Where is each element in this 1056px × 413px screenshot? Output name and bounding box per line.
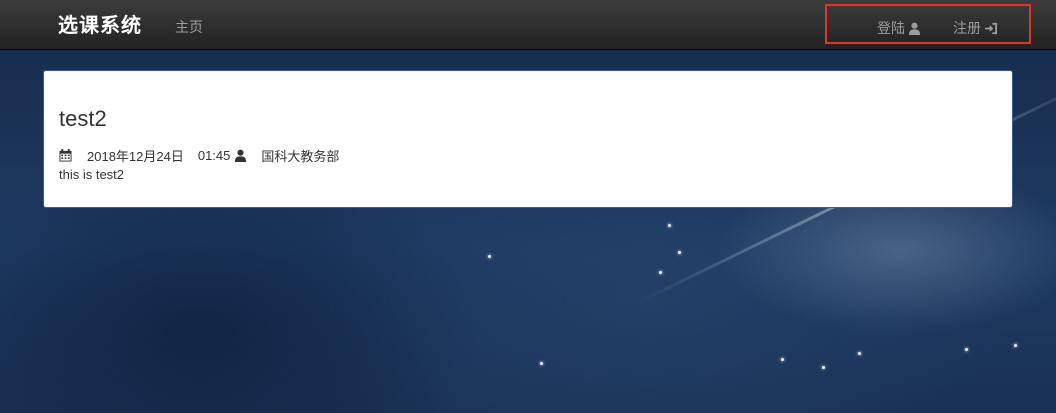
background-star <box>668 224 671 227</box>
brand-title[interactable]: 选课系统 <box>58 9 142 38</box>
background-star <box>858 352 861 355</box>
log-in-icon <box>984 22 999 35</box>
nav-home-link[interactable]: 主页 <box>175 17 203 37</box>
background-star <box>540 362 543 365</box>
background-star <box>488 255 491 258</box>
user-icon <box>908 22 921 35</box>
login-label: 登陆 <box>877 20 905 36</box>
post-time: 01:45 <box>197 148 231 163</box>
background-star <box>678 251 681 254</box>
user-icon <box>234 149 247 162</box>
top-navbar: 选课系统 主页 登陆 注册 <box>0 0 1056 50</box>
post-card: test2 2018年12月24日 01:45 国科大教务部 this is t… <box>43 70 1013 208</box>
background-star <box>1014 344 1017 347</box>
background-star <box>822 366 825 369</box>
background-star <box>659 271 662 274</box>
calendar-icon <box>59 149 72 162</box>
post-date: 2018年12月24日 <box>87 149 184 164</box>
post-title[interactable]: test2 <box>59 106 107 132</box>
register-link[interactable]: 注册 <box>953 18 999 38</box>
post-body: this is test2 <box>59 167 125 182</box>
post-meta: 2018年12月24日 01:45 国科大教务部 <box>59 146 339 165</box>
login-link[interactable]: 登陆 <box>877 18 921 38</box>
background-star <box>781 358 784 361</box>
post-author: 国科大教务部 <box>261 149 340 164</box>
register-label: 注册 <box>953 20 981 36</box>
auth-links-highlight-box: 登陆 注册 <box>825 4 1031 44</box>
background-star <box>965 348 968 351</box>
